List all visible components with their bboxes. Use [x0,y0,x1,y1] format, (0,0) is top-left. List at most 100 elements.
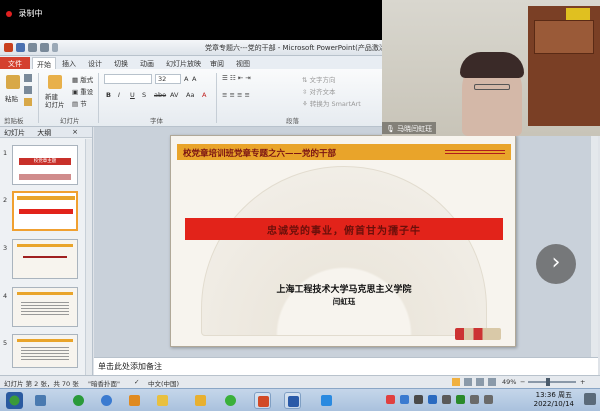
align-text-button[interactable]: ⇳ 对齐文本 [302,86,336,96]
powerpoint-taskbar-icon[interactable] [254,392,271,409]
grow-font-button[interactable]: A [184,75,188,83]
tab-home[interactable]: 开始 [32,57,56,69]
title-bar: 党章专题六---党的干部 - Microsoft PowerPoint(产品激活… [0,40,395,56]
slide-thumbnail-2[interactable] [12,191,78,231]
slide-university[interactable]: 上海工程技术大学马克思主义学院 [171,282,517,295]
notification-icon[interactable] [584,393,596,405]
smartart-button[interactable]: ⚘ 转换为 SmartArt [302,98,361,108]
tab-transitions[interactable]: 切换 [110,57,132,69]
underline-button[interactable]: U [130,91,135,99]
tray-shield-icon[interactable] [456,395,465,404]
tab-view[interactable]: 视图 [232,57,254,69]
char-spacing-button[interactable]: AV [170,91,178,99]
font-size-select[interactable]: 32 [155,74,181,84]
zoom-in-icon[interactable]: + [580,378,585,386]
ie-icon[interactable] [98,392,115,409]
network-icon[interactable] [442,395,451,404]
close-panel-icon[interactable]: × [72,128,78,136]
slide-author[interactable]: 闫虹珏 [171,296,517,307]
zoom-slider-thumb[interactable] [546,378,550,386]
text-direction-button[interactable]: ⇅ 文字方向 [302,74,336,84]
header-decoration [445,150,505,154]
tab-slideshow[interactable]: 幻灯片放映 [162,57,205,69]
slides-group-label: 幻灯片 [60,117,80,125]
spellcheck-icon[interactable]: ✓ [134,378,139,386]
tab-file[interactable]: 文件 [0,57,30,69]
align-text-label: 对齐文本 [309,88,336,96]
notes-pane[interactable]: 单击此处添加备注 [94,357,598,375]
zoom-level[interactable]: 49% [502,378,516,386]
strikethrough-button[interactable]: abe [154,91,166,99]
bullets-button[interactable]: ☰ ☷ ⇤ ⇥ [222,74,251,82]
volume-icon[interactable] [470,395,479,404]
font-name-select[interactable] [104,74,152,84]
browser-icon[interactable] [70,392,87,409]
slide-header[interactable]: 校党章培训班党章专题之六——党的干部 [177,144,511,160]
slide-thumbnail-1[interactable]: 校党章主题 [12,145,78,185]
slide-sorter-icon[interactable] [464,378,472,386]
panel-scrollbar[interactable] [85,139,92,375]
meeting-app-icon[interactable] [318,392,335,409]
next-arrow-icon[interactable]: › [536,244,576,284]
wechat-icon[interactable] [222,392,239,409]
paste-button[interactable]: 粘贴 [5,93,18,103]
italic-button[interactable]: I [118,91,120,99]
folder-icon[interactable] [192,392,209,409]
thumb-banner [19,209,73,214]
tab-design[interactable]: 设计 [84,57,106,69]
zoom-slider[interactable] [528,381,576,383]
copy-icon[interactable] [24,86,32,94]
cut-icon[interactable] [24,74,32,82]
section-button[interactable]: ▤ 节 [72,98,87,108]
change-case-button[interactable]: Aa [186,91,194,99]
shrink-font-button[interactable]: A [192,75,196,83]
powerpoint-app-icon[interactable] [4,43,13,52]
tab-review[interactable]: 审阅 [206,57,228,69]
slides-panel: 幻灯片 大纲 × 1 校党章主题 2 3 4 5 [0,127,93,375]
system-clock[interactable]: 13:36 周五 2022/10/14 [534,391,574,409]
canvas-scrollbar[interactable] [590,127,598,357]
ribbon-divider [38,73,39,123]
tray-input-icon[interactable] [400,395,409,404]
battery-icon[interactable] [484,395,493,404]
tab-animations[interactable]: 动画 [136,57,158,69]
bold-button[interactable]: B [106,91,111,99]
language-indicator[interactable]: 中文(中国) [148,378,179,388]
file-explorer-icon[interactable] [154,392,171,409]
slide-thumbnail-5[interactable] [12,334,78,368]
quick-access-dropdown-icon[interactable] [52,43,58,52]
tab-insert[interactable]: 插入 [58,57,80,69]
current-slide[interactable]: 校党章培训班党章专题之六——党的干部 忠诚党的事业，俯首甘为孺子牛 上海工程技术… [170,135,516,347]
zoom-out-icon[interactable]: − [520,378,525,386]
shadow-button[interactable]: S [142,91,146,99]
normal-view-icon[interactable] [452,378,460,386]
undo-icon[interactable] [28,43,37,52]
word-taskbar-icon[interactable] [284,392,301,409]
redo-icon[interactable] [40,43,49,52]
new-slide-icon[interactable] [48,75,62,89]
window-title: 党章专题六---党的干部 - Microsoft PowerPoint(产品激活… [205,44,396,52]
slideshow-icon[interactable] [488,378,496,386]
tab-outline[interactable]: 大纲 [37,129,51,137]
font-color-button[interactable]: A [202,91,206,99]
slide-banner[interactable]: 忠诚党的事业，俯首甘为孺子牛 [185,218,503,240]
smartart-label: 转换为 SmartArt [309,100,361,108]
align-buttons[interactable]: ≡ ≡ ≡ ≡ [222,91,250,99]
save-icon[interactable] [16,43,25,52]
start-button-icon[interactable] [6,392,23,409]
media-player-icon[interactable] [126,392,143,409]
slide-thumbnail-3[interactable] [12,239,78,279]
reading-view-icon[interactable] [476,378,484,386]
tray-keyboard-icon[interactable] [414,395,423,404]
slide-thumbnail-4[interactable] [12,287,78,327]
format-painter-icon[interactable] [24,98,32,106]
new-slide-button[interactable]: 新建 幻灯片 [45,93,65,109]
reset-button[interactable]: ▣ 重设 [72,86,93,96]
layout-button[interactable]: ▦ 版式 [72,74,93,84]
search-icon[interactable] [32,392,49,409]
paste-icon[interactable] [6,75,20,89]
bluetooth-icon[interactable] [428,395,437,404]
tray-app-icon[interactable] [386,395,395,404]
microphone-icon: 🎙 [386,125,395,133]
tab-slides-thumbs[interactable]: 幻灯片 [4,129,25,137]
